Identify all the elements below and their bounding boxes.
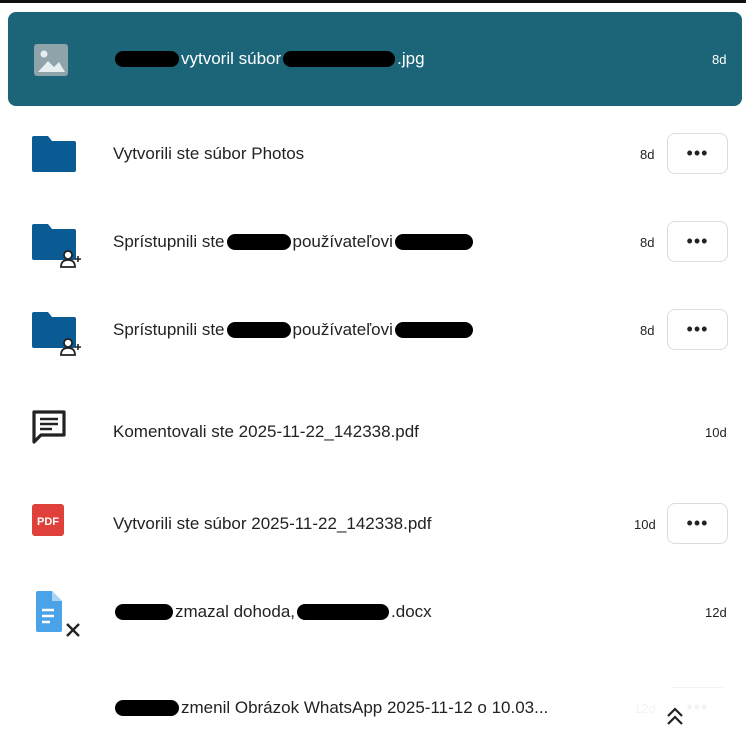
activity-verb: Sprístupnili ste [113, 232, 225, 251]
more-actions-button[interactable]: ••• [667, 221, 728, 262]
top-border [0, 0, 746, 3]
redacted-name [394, 322, 473, 338]
redacted-name [115, 700, 179, 716]
activity-text: Vytvorili ste súbor Photos [113, 144, 305, 163]
redacted-name [115, 604, 173, 620]
activity-item-5[interactable]: Komentovali ste 2025-11-22_142338.pdf 10… [0, 386, 746, 478]
activity-time: 8d [640, 146, 655, 162]
activity-text: Sprístupnili ste používateľovi [113, 284, 475, 376]
activity-verb: Sprístupnili ste [113, 320, 225, 339]
redacted-name [226, 322, 291, 338]
pdf-badge: PDF [37, 516, 59, 528]
redacted-name [226, 234, 291, 250]
redacted-filename [283, 51, 396, 67]
activity-time: 8d [712, 51, 727, 67]
activity-time: 8d [640, 322, 655, 338]
activity-item-1[interactable]: vytvoril súbor .jpg 8d [8, 12, 742, 106]
activity-extension: .jpg [397, 49, 425, 68]
redacted-name [115, 51, 179, 67]
more-actions-button[interactable]: ••• [667, 309, 728, 350]
folder-icon [30, 134, 80, 184]
activity-text: zmenil Obrázok WhatsApp 2025-11-12 o 10.… [113, 662, 548, 754]
pdf-icon: PDF [30, 502, 80, 552]
activity-extension: .docx [391, 602, 432, 621]
activity-item-2[interactable]: Vytvorili ste súbor Photos 8d ••• [0, 108, 746, 200]
document-deleted-icon [34, 590, 84, 640]
folder-share-icon [30, 310, 81, 360]
activity-item-3[interactable]: Sprístupnili ste používateľovi 8d ••• [0, 196, 746, 288]
activity-time: 12d [705, 604, 727, 620]
activity-preposition: používateľovi [292, 232, 393, 251]
activity-item-4[interactable]: Sprístupnili ste používateľovi 8d ••• [0, 284, 746, 376]
folder-share-icon [30, 222, 81, 272]
scroll-to-top-icon[interactable] [664, 704, 686, 730]
image-icon [32, 41, 72, 81]
activity-text: Vytvorili ste súbor 2025-11-22_142338.pd… [113, 514, 432, 533]
activity-verb: vytvoril súbor [181, 49, 282, 68]
activity-text: vytvoril súbor .jpg [113, 12, 425, 106]
activity-text: Komentovali ste 2025-11-22_142338.pdf [113, 422, 419, 441]
activity-text: zmazal dohoda, .docx [113, 566, 432, 658]
activity-time: 10d [705, 424, 727, 440]
activity-verb: zmenil Obrázok WhatsApp 2025-11-12 o 10.… [181, 698, 549, 717]
more-actions-button[interactable]: ••• [667, 133, 728, 174]
activity-text: Sprístupnili ste používateľovi [113, 196, 475, 288]
more-actions-button[interactable]: ••• [667, 503, 728, 544]
redacted-name [394, 234, 473, 250]
activity-time: 10d [634, 516, 656, 532]
activity-preposition: používateľovi [292, 320, 393, 339]
redacted-filename [297, 604, 390, 620]
comment-icon [30, 408, 80, 458]
activity-verb: zmazal dohoda, [175, 602, 296, 621]
activity-item-7[interactable]: zmazal dohoda, .docx 12d [0, 566, 746, 658]
activity-item-6[interactable]: PDF Vytvorili ste súbor 2025-11-22_14233… [0, 478, 746, 570]
activity-time: 8d [640, 234, 655, 250]
